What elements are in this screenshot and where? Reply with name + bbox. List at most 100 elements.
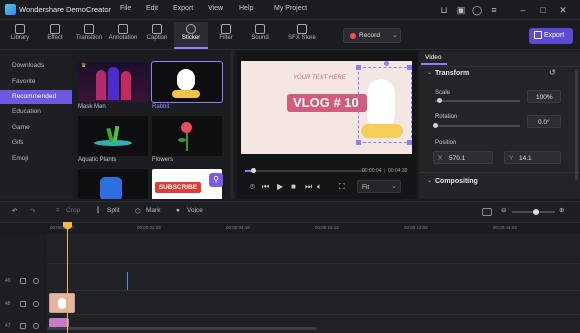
- scale-input[interactable]: 100%: [527, 90, 561, 103]
- rabbit-base: [172, 90, 200, 98]
- lock-icon[interactable]: [20, 323, 26, 329]
- timeline-scrollbar[interactable]: [47, 327, 317, 330]
- menu-file[interactable]: File: [120, 5, 131, 12]
- menu-icon[interactable]: ≡: [488, 4, 500, 16]
- category-gifs[interactable]: Gifs: [0, 136, 72, 150]
- mic-icon[interactable]: ●: [176, 207, 180, 214]
- selection-box[interactable]: [358, 67, 412, 143]
- fullscreen-icon[interactable]: ⛶: [339, 182, 345, 192]
- position-label: Position: [435, 140, 457, 146]
- eye-icon[interactable]: [33, 278, 39, 284]
- tab-sfx-store[interactable]: SFX Store: [283, 22, 321, 49]
- category-recommended[interactable]: Recommended: [0, 90, 72, 104]
- lock-icon[interactable]: [20, 301, 26, 307]
- position-y-input[interactable]: Y 14.1: [504, 151, 561, 164]
- category-game[interactable]: Game: [0, 121, 72, 135]
- menu-help[interactable]: Help: [239, 5, 253, 12]
- tab-sound[interactable]: Sound: [243, 22, 277, 49]
- tab-transition[interactable]: Transition: [72, 22, 106, 49]
- sticker-flowers[interactable]: [152, 116, 222, 156]
- voice-button[interactable]: Voice: [187, 207, 203, 214]
- sticker-mask-man[interactable]: [78, 62, 148, 102]
- playhead[interactable]: [67, 223, 68, 333]
- resize-handle[interactable]: [356, 140, 361, 145]
- stop-icon[interactable]: ■: [291, 182, 296, 192]
- eye-icon[interactable]: [33, 323, 39, 329]
- mark-icon[interactable]: ⬡: [135, 207, 141, 215]
- step-forward-icon[interactable]: ⏭: [305, 182, 312, 192]
- record-button[interactable]: Record ⌄: [343, 28, 401, 43]
- resize-handle[interactable]: [356, 65, 361, 70]
- position-x-input[interactable]: X 570.1: [433, 151, 493, 164]
- section-compositing[interactable]: Compositing: [435, 178, 478, 185]
- zoom-out-icon[interactable]: ⊖: [501, 206, 506, 214]
- divider: [419, 66, 580, 67]
- close-icon[interactable]: ✕: [557, 4, 569, 16]
- step-back-icon[interactable]: ⏮: [262, 182, 269, 192]
- crop-button[interactable]: Crop: [66, 207, 80, 214]
- lock-icon[interactable]: [20, 278, 26, 284]
- scale-label: Scale: [435, 90, 451, 96]
- menu-export[interactable]: Export: [173, 5, 193, 12]
- tab-effect[interactable]: Effect: [38, 22, 72, 49]
- minimize-icon[interactable]: –: [517, 4, 529, 16]
- rotation-slider-knob[interactable]: [432, 123, 438, 128]
- track-separator: [47, 290, 580, 291]
- scale-slider[interactable]: [435, 100, 520, 102]
- volume-icon[interactable]: 🔈︎: [317, 182, 322, 192]
- flower-leaf: [178, 138, 186, 142]
- resize-handle[interactable]: [407, 140, 412, 145]
- sticker-aquatic-plants[interactable]: [78, 116, 148, 156]
- sticker-clip[interactable]: [49, 293, 75, 313]
- resize-handle[interactable]: [407, 65, 412, 70]
- seekbar-knob[interactable]: [251, 168, 256, 173]
- properties-scrollbar[interactable]: [575, 70, 578, 180]
- redo-icon[interactable]: ↷: [30, 207, 35, 215]
- grid-scrollbar[interactable]: [230, 51, 234, 199]
- gift-icon[interactable]: ▣: [455, 4, 467, 16]
- timeline-zoom-knob[interactable]: [533, 209, 539, 215]
- tab-library[interactable]: Library: [3, 22, 37, 49]
- preview-canvas[interactable]: YOUR TEXT HERE VLOG # 10: [241, 61, 412, 154]
- export-button[interactable]: Export: [529, 28, 573, 44]
- category-downloads[interactable]: Downloads: [0, 59, 72, 73]
- figure: [96, 70, 106, 100]
- zoom-in-icon[interactable]: ⊕: [559, 206, 564, 214]
- zoom-fit-select[interactable]: Fit ⌄: [357, 180, 401, 193]
- library-icon: [15, 24, 25, 34]
- preview-seekbar[interactable]: [245, 170, 365, 172]
- category-education[interactable]: Education: [0, 105, 72, 119]
- tab-sticker[interactable]: Sticker: [174, 22, 208, 49]
- camera-icon[interactable]: ⌾: [250, 182, 255, 192]
- rotation-slider[interactable]: [435, 125, 520, 127]
- play-icon[interactable]: ▶: [277, 182, 283, 192]
- section-transform[interactable]: Transform: [435, 70, 469, 77]
- tab-annotation[interactable]: Annotation: [106, 22, 140, 49]
- main-toolbar: Library Effect Transition Annotation Cap…: [0, 20, 580, 50]
- mark-button[interactable]: Mark: [146, 207, 160, 214]
- scale-slider-knob[interactable]: [436, 98, 442, 103]
- tab-video[interactable]: Video: [421, 52, 447, 65]
- undo-icon[interactable]: ↶: [12, 207, 17, 215]
- split-icon[interactable]: ⫿: [97, 207, 99, 215]
- tab-caption[interactable]: Caption: [140, 22, 174, 49]
- crop-icon[interactable]: ⌗: [56, 207, 60, 215]
- timeline-marker[interactable]: [127, 272, 128, 290]
- split-button[interactable]: Split: [107, 207, 120, 214]
- menu-edit[interactable]: Edit: [146, 5, 158, 12]
- sticker-rabbit[interactable]: [151, 61, 223, 103]
- rotate-handle[interactable]: [384, 61, 389, 66]
- user-icon[interactable]: ◯: [471, 4, 483, 16]
- eye-icon[interactable]: [33, 301, 39, 307]
- fit-timeline-icon[interactable]: [482, 208, 492, 216]
- reset-icon[interactable]: ↺: [549, 68, 556, 77]
- maximize-icon[interactable]: □: [537, 4, 549, 16]
- category-emoji[interactable]: Emoji: [0, 152, 72, 166]
- rotation-input[interactable]: 0.0°: [527, 115, 561, 128]
- search-icon[interactable]: ⚲: [209, 173, 223, 187]
- category-favorite[interactable]: Favorite: [0, 75, 72, 89]
- tab-filter[interactable]: Filter: [209, 22, 243, 49]
- menu-view[interactable]: View: [208, 5, 223, 12]
- cart-icon[interactable]: ⊔: [438, 4, 450, 16]
- sticker-thumbs-up[interactable]: [78, 169, 148, 199]
